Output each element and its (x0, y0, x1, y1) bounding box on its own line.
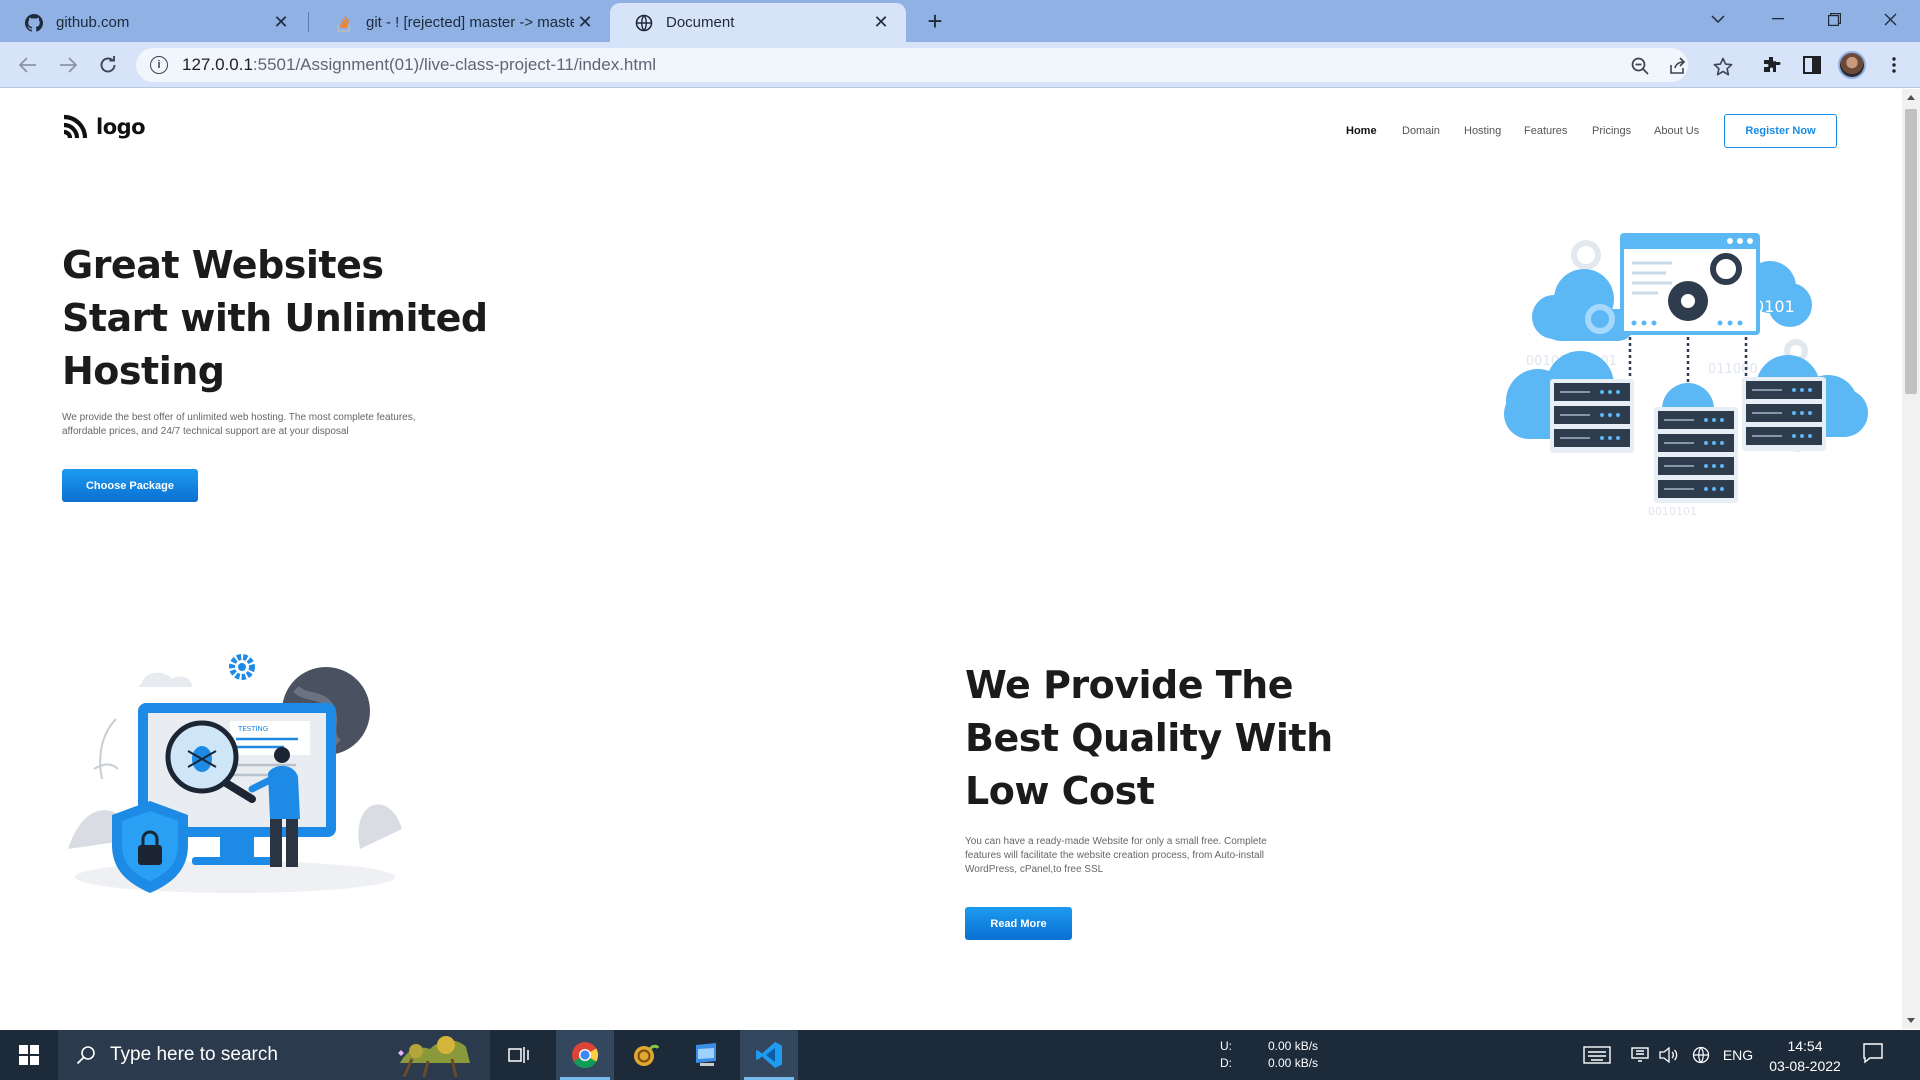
taskbar-app-snail[interactable] (616, 1030, 674, 1080)
nav-pricings[interactable]: Pricings (1592, 125, 1631, 137)
clock-date: 03-08-2022 (1769, 1058, 1841, 1074)
language-globe-icon[interactable] (1688, 1030, 1714, 1080)
taskbar-vscode[interactable] (740, 1030, 798, 1080)
vscode-icon (756, 1042, 782, 1068)
testing-security-illustration: TESTING (68, 654, 402, 893)
windows-taskbar: Type here to search U: 0.00 kB/s D: 0.00… (0, 1030, 1920, 1080)
task-view-button[interactable] (490, 1030, 548, 1080)
more-menu-icon[interactable] (1880, 51, 1908, 79)
tab-title: git - ! [rejected] master -> master (366, 14, 574, 31)
profile-avatar[interactable] (1838, 51, 1866, 79)
forward-button[interactable] (52, 49, 84, 81)
keyboard-tray-icon[interactable] (1580, 1030, 1614, 1080)
volume-icon[interactable] (1656, 1030, 1682, 1080)
chrome-icon (572, 1042, 599, 1069)
globe-icon (634, 13, 654, 33)
download-label: D: (1220, 1056, 1232, 1070)
clock-time: 14:54 (1787, 1038, 1823, 1054)
network-speed-widget: U: 0.00 kB/s D: 0.00 kB/s (1220, 1038, 1318, 1072)
info-icon[interactable]: i (150, 56, 168, 74)
bookmark-star-icon[interactable] (1709, 53, 1737, 81)
tab-stackoverflow[interactable]: git - ! [rejected] master -> master ✕ (310, 3, 610, 42)
github-icon (24, 13, 44, 33)
browser-tab-strip: github.com ✕ git - ! [rejected] master -… (0, 0, 1920, 42)
zoom-icon[interactable] (1628, 54, 1652, 78)
page-viewport: logo Home Domain Hosting Features Pricin… (0, 89, 1902, 1029)
task-view-icon (508, 1047, 529, 1063)
section2-description: You can have a ready-made Website for on… (965, 836, 1267, 875)
tab-title: Document (666, 14, 735, 31)
tab-divider (308, 12, 309, 32)
upload-label: U: (1220, 1039, 1232, 1053)
nav-about-us[interactable]: About Us (1654, 125, 1699, 137)
svg-text:0101: 0101 (1754, 297, 1795, 316)
address-bar[interactable]: i 127.0.0.1:5501/Assignment(01)/live-cla… (136, 48, 1688, 82)
extensions-icon[interactable] (1758, 51, 1786, 79)
scrollbar-thumb[interactable] (1905, 109, 1917, 394)
new-tab-button[interactable]: + (920, 6, 950, 36)
choose-package-button[interactable]: Choose Package (62, 469, 198, 502)
download-value: 0.00 kB/s (1268, 1056, 1319, 1070)
testing-label: TESTING (237, 725, 268, 733)
site-logo[interactable]: logo (62, 114, 146, 140)
reload-button[interactable] (92, 49, 124, 81)
svg-text:011000: 011000 (1708, 362, 1758, 377)
scroll-up-arrow-icon[interactable] (1907, 95, 1915, 100)
restore-button[interactable] (1806, 0, 1862, 38)
minimize-button[interactable] (1750, 0, 1806, 38)
close-icon[interactable]: ✕ (574, 12, 596, 34)
close-icon[interactable]: ✕ (870, 12, 892, 34)
browser-toolbar: i 127.0.0.1:5501/Assignment(01)/live-cla… (0, 42, 1920, 88)
notification-icon[interactable] (1862, 1042, 1888, 1068)
url-text[interactable]: 127.0.0.1:5501/Assignment(01)/live-class… (182, 55, 656, 75)
read-more-button[interactable]: Read More (965, 907, 1072, 940)
language-indicator[interactable]: ENG (1718, 1030, 1758, 1080)
hero-description: We provide the best offer of unlimited w… (62, 412, 416, 437)
stackoverflow-icon (334, 13, 354, 33)
tab-document[interactable]: Document ✕ (610, 3, 906, 42)
share-icon[interactable] (1666, 54, 1690, 78)
nav-home[interactable]: Home (1346, 125, 1377, 137)
search-placeholder: Type here to search (110, 1044, 278, 1065)
nav-features[interactable]: Features (1524, 125, 1567, 137)
tab-search-chevron-icon[interactable] (1690, 0, 1746, 38)
hero-title: Great Websites Start with Unlimited Host… (62, 243, 488, 393)
search-icon (76, 1046, 95, 1065)
register-now-button[interactable]: Register Now (1724, 114, 1837, 148)
snail-app-icon (634, 1044, 659, 1066)
cloud-hosting-illustration: 00101000101 011000 0010101 0101 (1504, 233, 1868, 518)
desktop-app-icon (696, 1043, 716, 1066)
taskbar-chrome[interactable] (556, 1030, 614, 1080)
page-scrollbar[interactable] (1902, 89, 1920, 1029)
taskbar-app-desktop[interactable] (678, 1030, 736, 1080)
svg-text:0010101: 0010101 (1648, 505, 1697, 518)
section2-title: We Provide The Best Quality With Low Cos… (965, 663, 1333, 813)
logo-text: logo (96, 115, 146, 139)
nav-hosting[interactable]: Hosting (1464, 125, 1501, 137)
close-icon[interactable]: ✕ (270, 12, 292, 34)
windows-logo-icon (19, 1045, 39, 1065)
nav-domain[interactable]: Domain (1402, 125, 1440, 137)
scroll-down-arrow-icon[interactable] (1907, 1018, 1915, 1023)
side-panel-icon[interactable] (1798, 51, 1826, 79)
start-button[interactable] (0, 1030, 58, 1080)
network-tray-icon[interactable] (1628, 1030, 1652, 1080)
rss-logo-icon (63, 114, 88, 139)
tab-github[interactable]: github.com ✕ (0, 3, 306, 42)
search-highlight-image (398, 1036, 470, 1077)
back-button[interactable] (12, 49, 44, 81)
close-window-button[interactable] (1862, 0, 1918, 38)
upload-value: 0.00 kB/s (1268, 1039, 1319, 1053)
tab-title: github.com (56, 14, 130, 31)
taskbar-search[interactable]: Type here to search (58, 1030, 490, 1080)
clock[interactable]: 14:54 03-08-2022 (1760, 1036, 1850, 1076)
